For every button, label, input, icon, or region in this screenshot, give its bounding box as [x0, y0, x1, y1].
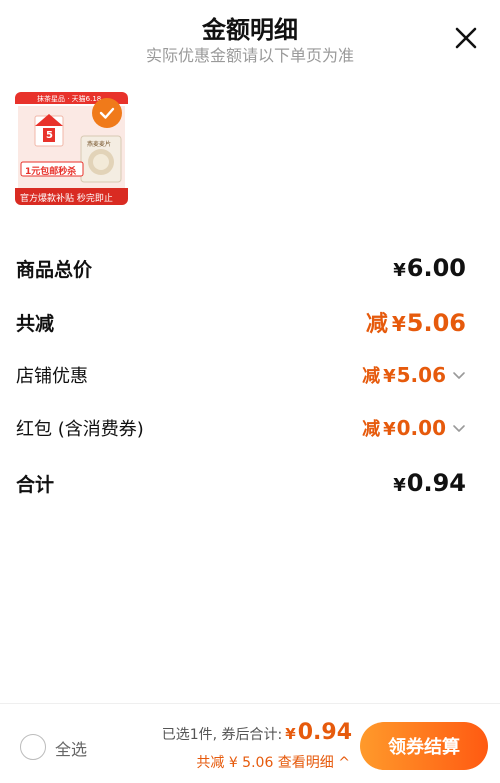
currency-symbol: ¥ — [391, 312, 406, 336]
currency-symbol: ¥ — [383, 366, 396, 387]
currency-symbol: ¥ — [285, 725, 296, 743]
selected-check-icon[interactable] — [92, 98, 122, 128]
product-promo-text: 1元包邮秒杀 — [25, 167, 77, 177]
row-total-discount: 共减 减 ¥ 5.06 — [16, 305, 466, 339]
total-discount-label: 共减 — [16, 312, 55, 335]
discount-prefix: 减 — [362, 366, 381, 387]
red-packet-amount: 0.00 — [396, 416, 446, 440]
shop-discount-label: 店铺优惠 — [16, 366, 88, 387]
grand-total-amount: 0.94 — [406, 469, 466, 497]
product-banner-text: 抹茶星品 · 天猫6.18 — [37, 95, 102, 103]
red-packet-value: 减 ¥ 0.00 — [362, 415, 466, 441]
product-tag-price: 5 — [46, 130, 53, 141]
product-label-text: 燕麦麦片 — [87, 141, 112, 148]
product-thumbnail[interactable]: 抹茶星品 · 天猫6.18 5 1元包邮秒杀 燕麦麦片 官方爆款补贴 秒完即止 — [15, 92, 128, 205]
page-subtitle: 实际优惠金额请以下单页为准 — [145, 46, 354, 65]
selected-count-text: 已选1件, 券后合计: — [161, 727, 283, 743]
goods-total-value: ¥ 6.00 — [393, 254, 466, 282]
shop-discount-value: 减 ¥ 5.06 — [362, 362, 466, 388]
chevron-down-icon[interactable] — [452, 421, 466, 435]
row-red-packet[interactable]: 红包 (含消费券) 减 ¥ 0.00 — [16, 411, 466, 445]
row-shop-discount[interactable]: 店铺优惠 减 ¥ 5.06 — [16, 358, 466, 392]
select-all-radio[interactable] — [20, 734, 46, 760]
discount-prefix: 减 — [362, 419, 381, 440]
currency-symbol: ¥ — [383, 419, 396, 440]
currency-symbol: ¥ — [393, 475, 406, 496]
total-discount-amount: 5.06 — [406, 309, 466, 337]
product-footer-text: 官方爆款补贴 秒完即止 — [20, 194, 113, 204]
page-title: 金额明细 — [202, 16, 298, 44]
checkout-button[interactable]: 领券结算 — [360, 722, 488, 770]
shop-discount-amount: 5.06 — [396, 363, 446, 387]
selected-summary: 已选1件, 券后合计: ¥ 0.94 — [162, 720, 352, 745]
close-icon[interactable] — [452, 24, 480, 52]
goods-total-amount: 6.00 — [406, 254, 466, 282]
after-coupon-total: 0.94 — [297, 720, 352, 745]
goods-total-label: 商品总价 — [16, 258, 93, 281]
select-all-label[interactable]: 全选 — [55, 736, 87, 760]
total-discount-value: 减 ¥ 5.06 — [366, 306, 466, 338]
grand-total-label: 合计 — [16, 473, 55, 496]
grand-total-value: ¥ 0.94 — [393, 469, 466, 497]
currency-symbol: ¥ — [393, 260, 406, 281]
sheet-header: 金额明细 实际优惠金额请以下单页为准 — [0, 0, 500, 80]
checkout-bar: 全选 已选1件, 券后合计: ¥ 0.94 共减 ¥ 5.06 查看明细 ^ 领… — [0, 703, 500, 783]
row-goods-total: 商品总价 ¥ 6.00 — [16, 251, 466, 285]
row-grand-total: 合计 ¥ 0.94 — [16, 466, 466, 500]
chevron-down-icon[interactable] — [452, 368, 466, 382]
discount-prefix: 减 — [365, 312, 388, 337]
view-discount-details-link[interactable]: 共减 ¥ 5.06 查看明细 ^ — [196, 752, 350, 772]
red-packet-label: 红包 (含消费券) — [16, 419, 144, 440]
